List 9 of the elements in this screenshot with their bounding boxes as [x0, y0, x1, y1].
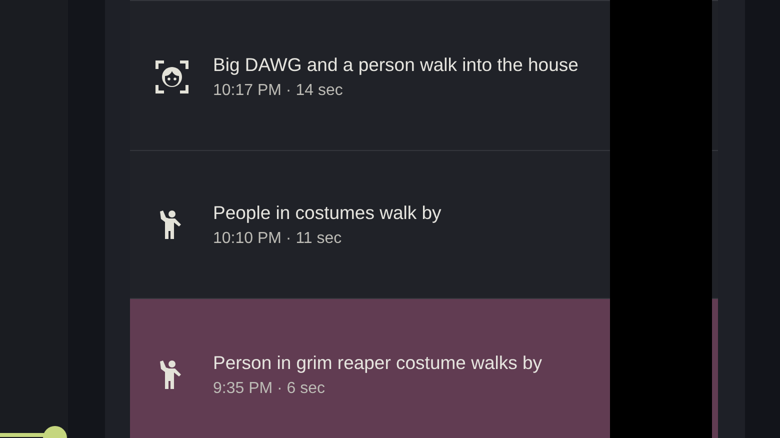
event-time: 10:17 PM · 14 sec: [213, 82, 344, 100]
event-time: 10:10 PM · 11 sec: [213, 230, 343, 248]
event-title: People in costumes walk by: [213, 202, 442, 224]
event-title: Big DAWG and a person walk into the house: [213, 54, 578, 76]
event-title: Person in grim reaper costume walks by: [213, 352, 542, 374]
scrubber-track[interactable]: [0, 433, 46, 437]
event-row[interactable]: Person in grim reaper costume walks by 9:35 PM · 6 sec: [130, 299, 610, 438]
face-scan-icon: [154, 60, 188, 94]
event-time: 9:35 PM · 6 sec: [213, 380, 326, 398]
